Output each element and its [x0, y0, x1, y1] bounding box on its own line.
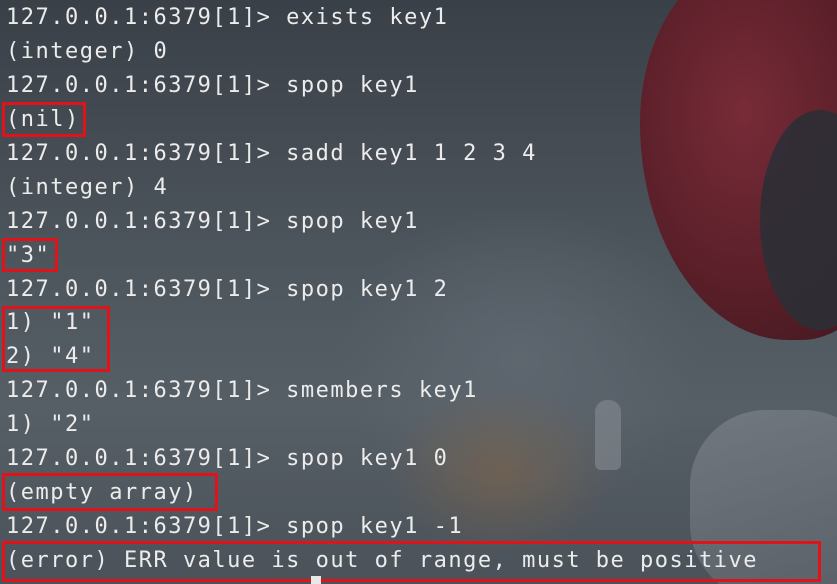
terminal-line-output: 1) "2"	[6, 412, 95, 437]
terminal-window[interactable]: 127.0.0.1:6379[1]> exists key1 (integer)…	[0, 0, 837, 584]
terminal-line-output: (integer) 0	[6, 39, 169, 64]
highlight-box-spop-count	[2, 306, 110, 372]
highlight-box-empty-array	[2, 473, 218, 511]
highlight-box-error	[2, 541, 821, 582]
terminal-line-prompt: 127.0.0.1:6379[1]> exists key1	[6, 5, 449, 30]
highlight-box-nil	[2, 102, 86, 137]
terminal-line-prompt: 127.0.0.1:6379[1]> spop key1 -1	[6, 514, 464, 539]
terminal-line-prompt: 127.0.0.1:6379[1]> sadd key1 1 2 3 4	[6, 141, 537, 166]
terminal-line-output: (integer) 4	[6, 175, 169, 200]
terminal-line-prompt: 127.0.0.1:6379[1]> spop key1 2	[6, 277, 449, 302]
terminal-line-prompt: 127.0.0.1:6379[1]> smembers key1	[6, 378, 478, 403]
terminal-line-prompt: 127.0.0.1:6379[1]> spop key1	[6, 73, 419, 98]
highlight-box-spop-result	[2, 238, 58, 272]
terminal-cursor	[311, 576, 321, 584]
terminal-line-prompt: 127.0.0.1:6379[1]> spop key1 0	[6, 446, 449, 471]
terminal-line-prompt: 127.0.0.1:6379[1]> spop key1	[6, 209, 419, 234]
